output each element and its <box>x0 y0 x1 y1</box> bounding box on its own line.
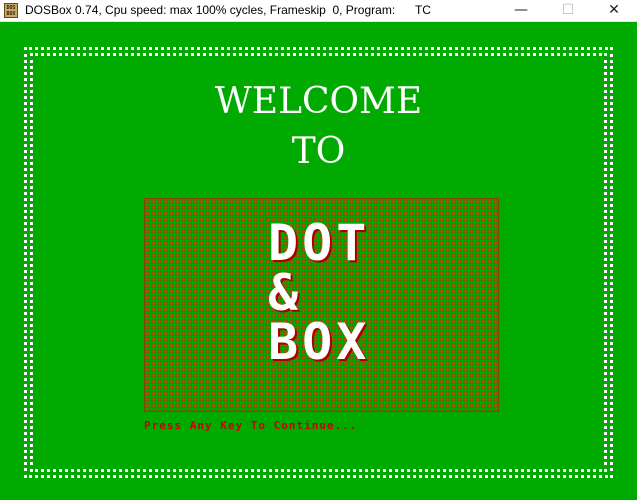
game-title-box: BOX <box>268 313 371 371</box>
maximize-button[interactable]: ☐ <box>545 0 591 21</box>
window-title: DOSBox 0.74, Cpu speed: max 100% cycles,… <box>25 3 431 17</box>
dosbox-app-icon[interactable]: DOS BOX <box>4 3 18 18</box>
game-title-dot: DOT <box>268 214 371 272</box>
close-button[interactable]: ✕ <box>591 0 637 21</box>
welcome-heading: WELCOME <box>214 81 423 122</box>
title-bar: DOS BOX DOSBox 0.74, Cpu speed: max 100%… <box>0 0 637 22</box>
continue-prompt: Press Any Key To Continue... <box>144 419 358 432</box>
game-title-ampersand: & <box>268 264 303 322</box>
to-heading: TO <box>291 131 346 172</box>
minimize-button[interactable]: — <box>498 0 544 21</box>
game-screen[interactable]: WELCOME TO DOT & BOX Press Any Key To Co… <box>0 22 637 500</box>
